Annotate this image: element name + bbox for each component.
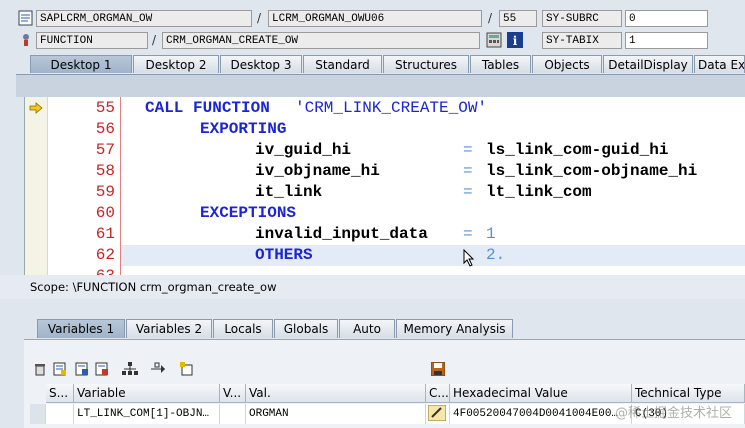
tab-tables[interactable]: Tables <box>470 55 531 73</box>
code-parameter: iv_guid_hi <box>255 141 352 159</box>
watermark: @稀土掘金技术社区 <box>615 406 733 421</box>
line-number: 61 <box>95 225 115 243</box>
scope-label: Scope: \FUNCTION crm_orgman_create_ow <box>0 275 745 299</box>
calculator-icon[interactable] <box>486 32 502 48</box>
sytabix-value[interactable]: 1 <box>625 32 708 49</box>
tab-variables-2[interactable]: Variables 2 <box>126 319 212 338</box>
sysubrc-value[interactable]: 0 <box>625 10 708 27</box>
column-header-change[interactable]: C... <box>426 384 450 403</box>
code-parameter: invalid_input_data <box>255 225 428 243</box>
tab-desktop-1[interactable]: Desktop 1 <box>30 55 132 73</box>
new-object-icon[interactable] <box>180 362 194 376</box>
status-cell <box>46 404 74 424</box>
separator: / <box>257 11 262 25</box>
navigate-icon[interactable] <box>150 362 165 376</box>
tab-structures[interactable]: Structures <box>383 55 469 73</box>
v-cell <box>220 404 246 424</box>
change-cell[interactable] <box>426 404 450 424</box>
code-value: ls_link_com-objname_hi <box>486 162 698 180</box>
code-parameter: it_link <box>255 183 323 201</box>
column-header-value[interactable]: Val. <box>246 384 426 403</box>
svg-text:i: i <box>513 34 518 48</box>
variable-cell[interactable]: LT_LINK_COM[1]-OBJN… <box>74 404 220 424</box>
highlighted-line <box>121 245 745 266</box>
tab-globals[interactable]: Globals <box>274 319 338 338</box>
separator: / <box>152 33 157 47</box>
column-header-hex[interactable]: Hexadecimal Value <box>450 384 632 403</box>
info-icon[interactable]: i <box>507 32 523 48</box>
hex-cell: 4F00520047004D0041004E00… <box>450 404 632 424</box>
tabbar-underline <box>16 74 745 97</box>
code-operator: = <box>463 141 473 159</box>
code-number: 1 <box>486 225 496 243</box>
delete-icon[interactable] <box>33 362 47 376</box>
line-number: 57 <box>95 141 115 159</box>
program-icon <box>18 10 34 26</box>
hierarchy-icon[interactable] <box>122 362 138 376</box>
margin-line <box>120 97 121 275</box>
line-number: 62 <box>95 246 115 264</box>
tab-auto[interactable]: Auto <box>339 319 395 338</box>
code-keyword: OTHERS <box>255 246 313 264</box>
code-keyword: EXCEPTIONS <box>200 204 297 222</box>
code-parameter: iv_objname_hi <box>255 162 380 180</box>
code-value: ls_link_com-guid_hi <box>486 141 669 159</box>
save-icon[interactable] <box>430 361 446 377</box>
line-number: 56 <box>95 120 115 138</box>
code-value: lt_link_com <box>486 183 592 201</box>
code-operator: = <box>463 183 473 201</box>
insert-row-icon[interactable] <box>53 362 67 376</box>
include-field: LCRM_ORGMAN_OWU06 <box>268 10 482 27</box>
tab-locals[interactable]: Locals <box>213 319 273 338</box>
tab-objects[interactable]: Objects <box>532 55 602 73</box>
event-name-field: CRM_ORGMAN_CREATE_OW <box>162 32 480 49</box>
column-header-technical-type[interactable]: Technical Type <box>632 384 745 403</box>
tab-detaildisplay[interactable]: DetailDisplay <box>603 55 693 73</box>
code-operator: = <box>463 162 473 180</box>
event-type-field: FUNCTION <box>36 32 148 49</box>
code-keyword: CALL FUNCTION <box>145 99 270 117</box>
function-icon <box>18 32 34 48</box>
value-cell[interactable]: ORGMAN <box>246 404 426 424</box>
tab-memory-analysis[interactable]: Memory Analysis <box>396 319 513 338</box>
current-line-arrow-icon <box>29 102 43 117</box>
column-header-status[interactable]: S... <box>46 384 74 403</box>
tab-desktop-2[interactable]: Desktop 2 <box>133 55 219 73</box>
edit-pencil-icon[interactable] <box>427 404 447 424</box>
line-number: 59 <box>95 183 115 201</box>
column-header-variable[interactable]: Variable <box>74 384 220 403</box>
column-header-v[interactable]: V... <box>220 384 246 403</box>
code-keyword: EXPORTING <box>200 120 287 138</box>
save-variables-icon[interactable] <box>75 362 89 376</box>
variables-area: Variables 1 Variables 2 Locals Globals A… <box>0 299 745 428</box>
code-editor[interactable]: 55 56 57 58 59 60 61 62 63 CALL FUNCTION… <box>24 97 745 275</box>
desktop-tabbar: Desktop 1 Desktop 2 Desktop 3 Standard S… <box>16 55 745 74</box>
line-number: 55 <box>95 99 115 117</box>
sytabix-label: SY-TABIX <box>542 32 622 49</box>
code-number: 2. <box>486 246 506 264</box>
tab-standard[interactable]: Standard <box>303 55 382 73</box>
code-string: 'CRM_LINK_CREATE_OW' <box>295 99 488 117</box>
separator: / <box>488 11 493 25</box>
row-selector[interactable] <box>30 404 46 424</box>
line-number: 58 <box>95 162 115 180</box>
line-number: 60 <box>95 204 115 222</box>
line-field: 55 <box>499 10 537 27</box>
program-field: SAPLCRM_ORGMAN_OW <box>36 10 252 27</box>
sysubrc-label: SY-SUBRC <box>542 10 622 27</box>
editor-gutter <box>25 97 48 275</box>
line-number: 63 <box>53 267 115 275</box>
code-operator: = <box>463 225 473 243</box>
load-variables-icon[interactable] <box>95 362 109 376</box>
tab-data-explorer[interactable]: Data Expl <box>694 55 745 73</box>
tab-desktop-3[interactable]: Desktop 3 <box>220 55 302 73</box>
tab-variables-1[interactable]: Variables 1 <box>37 319 125 338</box>
mouse-cursor-icon <box>463 248 475 270</box>
